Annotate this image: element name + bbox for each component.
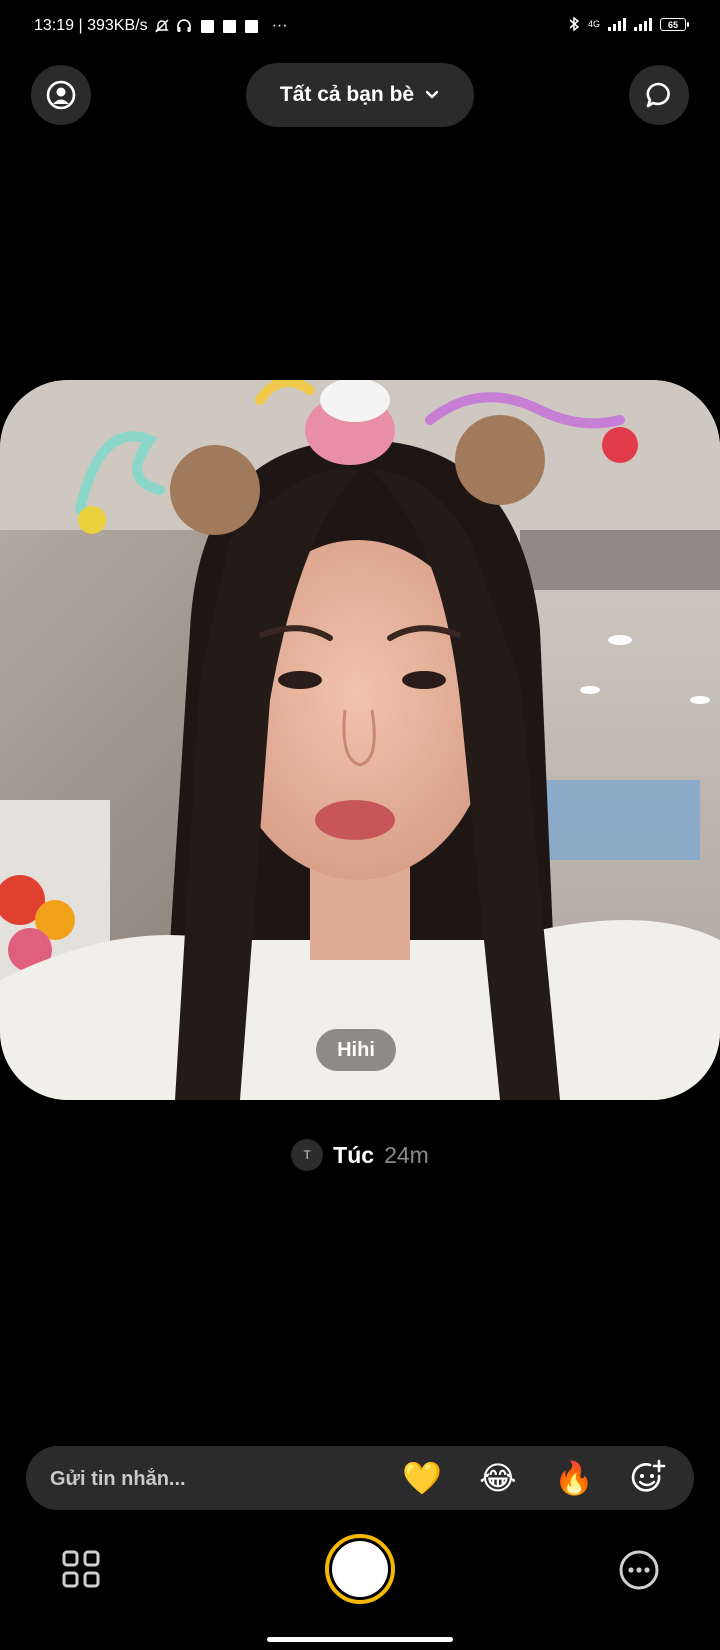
signal-icon <box>634 17 652 31</box>
grid-icon <box>62 1550 100 1588</box>
more-dots-icon <box>619 1550 659 1590</box>
message-bar: 💛 😂 🔥 <box>26 1446 694 1512</box>
shutter-button[interactable] <box>325 1534 395 1604</box>
headphones-icon <box>176 19 191 32</box>
message-input[interactable] <box>48 1446 352 1512</box>
status-right: 4G 65 <box>568 16 689 32</box>
muted-bell-icon <box>154 19 169 33</box>
post-time-ago: 24m <box>384 1141 429 1168</box>
bluetooth-icon <box>569 16 580 32</box>
sender-name[interactable]: Túc <box>333 1142 374 1169</box>
grid-view-button[interactable] <box>60 1548 102 1590</box>
reaction-fire-button[interactable]: 🔥 <box>554 1458 594 1498</box>
home-indicator[interactable] <box>267 1637 453 1642</box>
photo-caption: Hihi <box>316 1029 396 1071</box>
reaction-laugh-button[interactable]: 😂 <box>478 1458 518 1498</box>
notification-icon <box>200 19 214 33</box>
profile-button[interactable] <box>31 65 91 125</box>
chat-bubble-icon <box>646 82 670 108</box>
chat-button[interactable] <box>629 65 689 125</box>
notification-icon <box>222 19 236 33</box>
sender-row: T Túc 24m <box>0 1138 720 1172</box>
status-bar: 13:19 | 393KB/s ··· 4G 65 <box>0 0 720 54</box>
reaction-heart-button[interactable]: 💛 <box>402 1458 442 1498</box>
add-reaction-button[interactable] <box>628 1458 668 1498</box>
more-options-button[interactable] <box>617 1548 661 1592</box>
battery-icon: 65 <box>660 17 689 31</box>
shutter-inner <box>332 1541 388 1597</box>
selfie-photo <box>0 380 720 1100</box>
smiley-plus-icon <box>631 1459 666 1492</box>
friends-filter-dropdown[interactable]: Tất cả bạn bè <box>246 63 474 127</box>
signal-icon <box>608 17 626 31</box>
person-circle-icon <box>46 80 76 110</box>
network-type-label: 4G <box>587 18 600 29</box>
sender-avatar[interactable]: T <box>291 1139 324 1171</box>
chevron-down-icon <box>425 90 439 99</box>
photo-card[interactable] <box>0 380 720 1100</box>
status-time-speed: 13:19 | 393KB/s <box>34 17 148 34</box>
status-left: 13:19 | 393KB/s ··· <box>34 17 288 35</box>
more-notifications: ··· <box>271 17 288 34</box>
notification-icon <box>244 19 258 33</box>
friends-filter-label: Tất cả bạn bè <box>279 83 415 106</box>
